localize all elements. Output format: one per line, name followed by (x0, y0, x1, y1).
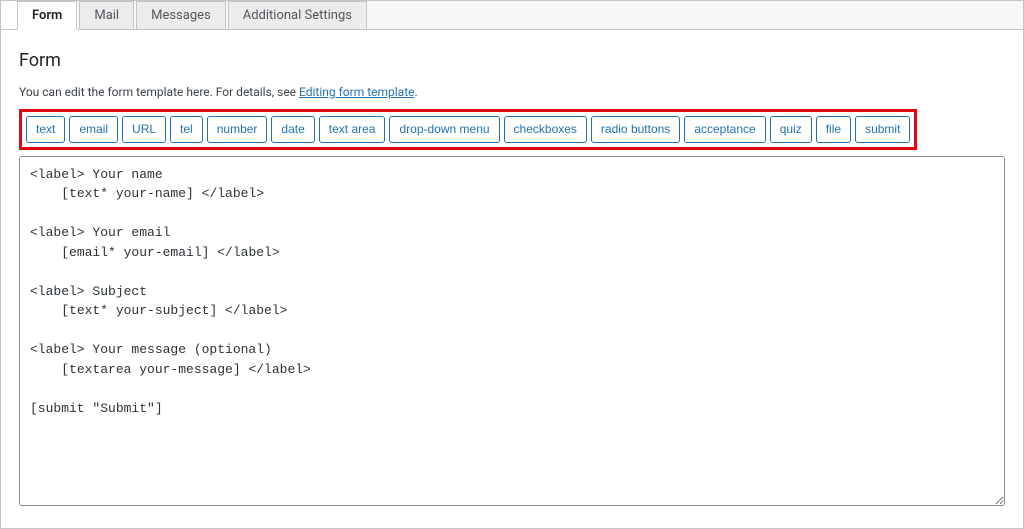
helper-text: You can edit the form template here. For… (19, 85, 1005, 99)
tab-additional-settings[interactable]: Additional Settings (228, 1, 367, 29)
tabs-bar: Form Mail Messages Additional Settings (17, 1, 1023, 29)
editor-wrapper: Form Mail Messages Additional Settings F… (0, 0, 1024, 529)
tag-btn-dropdown[interactable]: drop-down menu (389, 116, 499, 143)
tag-generator-highlight: text email URL tel number date text area… (19, 109, 917, 150)
tag-btn-file[interactable]: file (816, 116, 851, 143)
tag-btn-quiz[interactable]: quiz (770, 116, 812, 143)
tag-generator-row: text email URL tel number date text area… (26, 116, 910, 143)
panel-title: Form (19, 50, 1005, 71)
tag-btn-number[interactable]: number (207, 116, 268, 143)
tab-messages[interactable]: Messages (136, 1, 226, 29)
tag-btn-email[interactable]: email (69, 116, 118, 143)
tab-panel-form: Form You can edit the form template here… (1, 29, 1023, 528)
helper-prefix: You can edit the form template here. For… (19, 85, 299, 99)
tab-form[interactable]: Form (17, 1, 77, 30)
tag-btn-checkboxes[interactable]: checkboxes (504, 116, 587, 143)
form-source-textarea[interactable] (19, 156, 1005, 506)
tab-mail[interactable]: Mail (79, 1, 134, 29)
tag-btn-radio[interactable]: radio buttons (591, 116, 680, 143)
tag-btn-submit[interactable]: submit (855, 116, 910, 143)
tag-btn-url[interactable]: URL (122, 116, 166, 143)
tag-btn-tel[interactable]: tel (170, 116, 203, 143)
tag-btn-date[interactable]: date (271, 116, 314, 143)
tag-btn-textarea[interactable]: text area (319, 116, 386, 143)
helper-suffix: . (414, 85, 417, 99)
tag-btn-acceptance[interactable]: acceptance (684, 116, 765, 143)
helper-link[interactable]: Editing form template (299, 85, 414, 99)
tag-btn-text[interactable]: text (26, 116, 65, 143)
